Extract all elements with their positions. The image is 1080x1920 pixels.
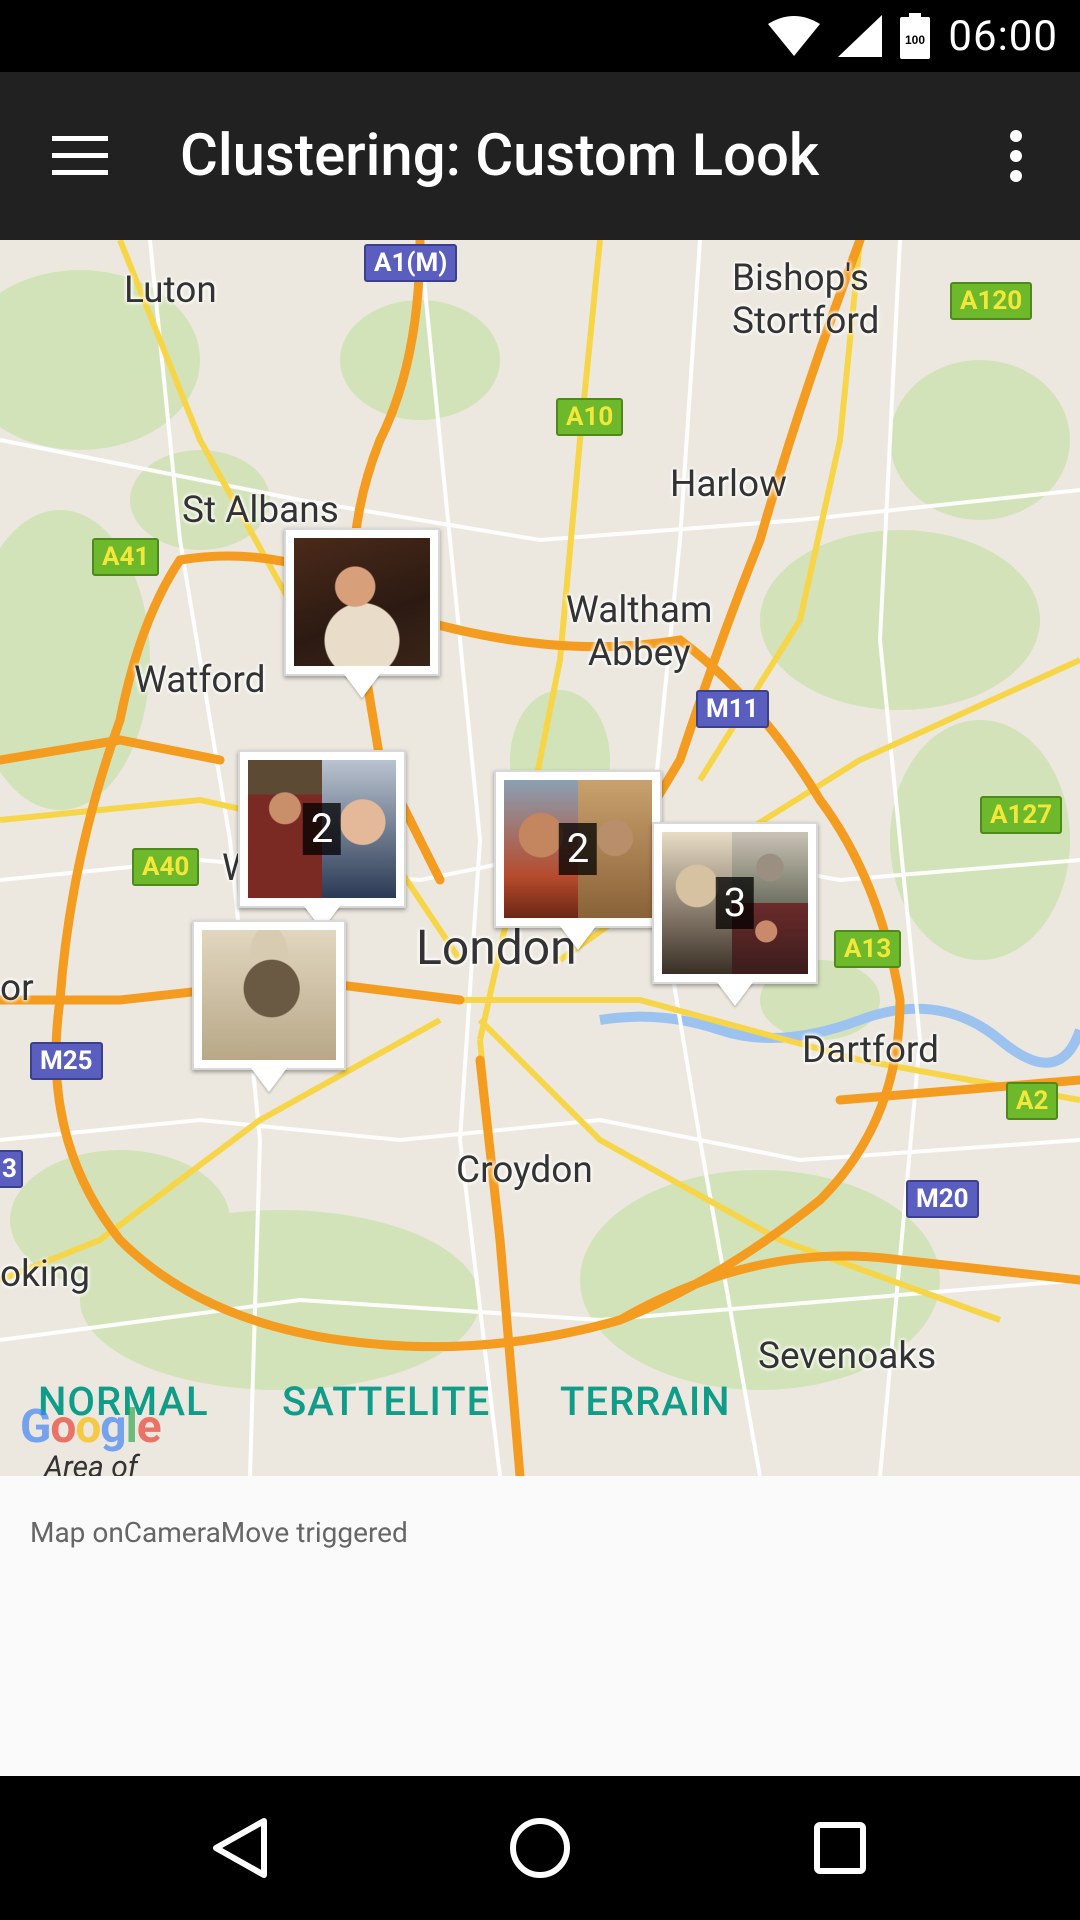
cell-signal-icon xyxy=(838,15,883,57)
person-marker[interactable] xyxy=(284,528,440,676)
log-panel: Map onCameraMove triggered xyxy=(0,1476,1080,1776)
home-icon xyxy=(510,1818,570,1878)
area-label: Area of xyxy=(44,1450,138,1476)
road-shield-a13: A13 xyxy=(834,930,902,968)
place-label-st-albans: St Albans xyxy=(182,489,339,532)
road-shield-m25: M25 xyxy=(30,1042,103,1080)
status-icons: 100 06:00 xyxy=(768,0,1058,72)
camera-log-text: Map onCameraMove triggered xyxy=(30,1516,408,1549)
place-label-croydon: Croydon xyxy=(456,1149,593,1192)
road-shield-m20: M20 xyxy=(906,1180,979,1218)
person-photo xyxy=(294,538,430,666)
overflow-menu-button[interactable] xyxy=(976,116,1056,196)
map-type-satellite-button[interactable]: SATTELITE xyxy=(282,1378,490,1425)
cluster-count: 3 xyxy=(715,877,755,929)
status-bar: 100 06:00 xyxy=(0,0,1080,72)
place-label-watford: Watford xyxy=(134,659,266,702)
cluster-photo-collage: 2 xyxy=(504,780,652,918)
map-view[interactable]: Luton Bishop's Stortford Harlow St Alban… xyxy=(0,240,1080,1476)
place-label-bishops-stortford: Bishop's Stortford xyxy=(732,257,880,343)
menu-button[interactable] xyxy=(40,116,120,196)
cluster-photo-collage: 3 xyxy=(662,832,808,974)
place-label-woking: oking xyxy=(0,1253,91,1296)
google-logo: Google xyxy=(20,1400,162,1454)
place-label-luton: Luton xyxy=(124,269,217,312)
cluster-count: 2 xyxy=(558,823,598,875)
road-shield-a1m: A1(M) xyxy=(364,244,458,282)
road-shield-m11: M11 xyxy=(696,690,769,728)
road-shield-a10: A10 xyxy=(556,398,624,436)
cluster-marker[interactable]: 3 xyxy=(652,822,818,984)
road-shield-a127: A127 xyxy=(980,796,1063,834)
place-label-london: London xyxy=(416,919,577,976)
place-label-sevenoaks: Sevenoaks xyxy=(758,1335,937,1378)
cluster-marker[interactable]: 2 xyxy=(494,770,662,928)
battery-icon: 100 xyxy=(900,13,931,59)
map-type-terrain-button[interactable]: TERRAIN xyxy=(560,1378,731,1425)
place-label-harlow: Harlow xyxy=(670,463,787,506)
recents-icon xyxy=(814,1822,866,1874)
place-label-dartford: Dartford xyxy=(802,1029,939,1072)
menu-icon xyxy=(52,136,108,175)
place-label-or-partial: or xyxy=(0,967,34,1010)
road-shield-edge: 3 xyxy=(0,1150,23,1188)
back-icon xyxy=(213,1818,267,1878)
person-marker[interactable] xyxy=(192,920,346,1070)
navigation-bar xyxy=(0,1776,1080,1920)
map-type-controls: NORMAL SATTELITE TERRAIN xyxy=(0,1378,1080,1458)
svg-text:100: 100 xyxy=(905,33,925,47)
cluster-count: 2 xyxy=(302,803,342,855)
cluster-photo-collage: 2 xyxy=(248,760,396,898)
road-shield-a40: A40 xyxy=(132,848,200,886)
road-shield-a120: A120 xyxy=(950,282,1033,320)
place-label-waltham-abbey: Waltham Abbey xyxy=(566,589,713,675)
back-button[interactable] xyxy=(190,1798,290,1898)
wifi-icon xyxy=(768,16,821,56)
more-vert-icon xyxy=(1010,130,1022,182)
recents-button[interactable] xyxy=(790,1798,890,1898)
home-button[interactable] xyxy=(490,1798,590,1898)
app-bar: Clustering: Custom Look xyxy=(0,72,1080,240)
road-shield-a41: A41 xyxy=(92,538,160,576)
cluster-marker[interactable]: 2 xyxy=(238,750,406,908)
app-title: Clustering: Custom Look xyxy=(180,122,820,190)
person-photo xyxy=(202,930,336,1060)
road-shield-a2: A2 xyxy=(1006,1082,1059,1120)
status-time: 06:00 xyxy=(948,11,1058,61)
